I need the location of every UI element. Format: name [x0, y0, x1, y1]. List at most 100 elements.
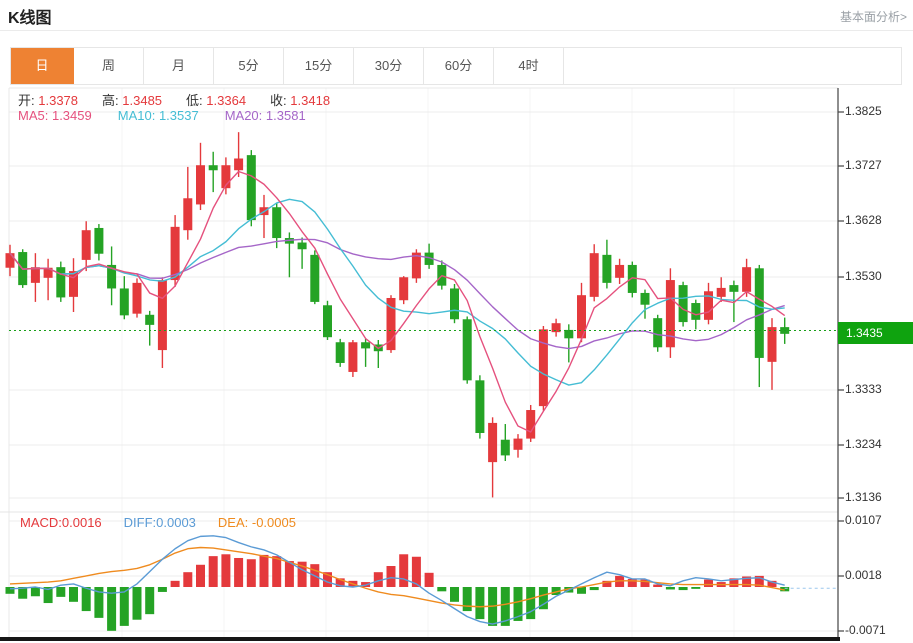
candle-down [145, 314, 155, 325]
candle-up [348, 342, 358, 372]
diff-value: DIFF:0.0003 [123, 515, 196, 530]
price-tick-1: 1.3825 [845, 104, 882, 118]
candle-down [640, 292, 650, 305]
price-tick-6: 1.3234 [845, 437, 882, 451]
price-tick-4: 1.3530 [845, 269, 882, 283]
macd-hist-down [589, 587, 599, 591]
ma20-value: 1.3581 [265, 108, 306, 123]
macd-hist-up [246, 559, 256, 587]
candle-down [94, 227, 104, 254]
ma20-label: MA20: [224, 108, 263, 123]
macd-hist-up [196, 564, 205, 587]
price-tick-5: 1.3333 [845, 382, 882, 396]
ma5-label: MA5: [18, 108, 49, 123]
macd-hist-up [208, 556, 218, 587]
candle-up [30, 267, 40, 283]
low-value: 1.3364 [206, 93, 247, 108]
open-label: 开: [18, 93, 35, 108]
close-value: 1.3418 [290, 93, 331, 108]
macd-hist-down [157, 587, 167, 592]
candle-down [500, 439, 510, 456]
macd-hist-down [69, 587, 78, 602]
macd-hist-down [450, 587, 459, 602]
candle-down [56, 267, 66, 298]
candle-up [526, 410, 536, 439]
candle-down [653, 318, 663, 348]
candle-down [272, 207, 282, 239]
candle-down [462, 319, 472, 381]
macd-hist-up [183, 572, 193, 587]
macd-hist-up [234, 557, 244, 587]
candle-up [716, 287, 726, 297]
candle-up [196, 165, 205, 205]
candle-down [361, 342, 371, 349]
current-price-tag: 1.3435 [838, 322, 913, 344]
candle-down [678, 285, 688, 323]
candle-up [170, 226, 180, 281]
macd-hist-up [399, 554, 409, 587]
macd-hist-up [424, 572, 434, 587]
candle-up [183, 198, 193, 231]
macd-value: MACD:0.0016 [20, 515, 102, 530]
macd-hist-up [386, 566, 396, 587]
macd-hist-down [665, 587, 675, 590]
macd-hist-up [259, 554, 269, 587]
macd-hist-down [145, 587, 155, 615]
macd-tick-3: -0.0071 [845, 623, 886, 637]
price-tick-7: 1.3136 [845, 490, 882, 504]
high-label: 高: [102, 93, 119, 108]
macd-hist-up [272, 556, 282, 587]
candle-up [513, 438, 523, 450]
price-tick-2: 1.3727 [845, 158, 882, 172]
candle-down [119, 288, 129, 316]
macd-hist-up [284, 561, 294, 587]
candle-down [564, 329, 574, 339]
candle-down [297, 242, 307, 250]
candle-up [157, 280, 167, 351]
candle-down [602, 254, 612, 283]
candle-down [691, 303, 701, 320]
candle-up [742, 267, 752, 292]
macd-hist-down [678, 587, 688, 591]
macd-hist-down [462, 587, 472, 612]
candle-down [208, 165, 218, 171]
low-label: 低: [186, 93, 203, 108]
candle-up [589, 253, 599, 297]
candle-down [310, 254, 320, 302]
macd-tick-2: 0.0018 [845, 568, 882, 582]
macd-tick-1: 0.0107 [845, 513, 882, 527]
macd-hist-down [81, 587, 91, 612]
macd-hist-up [170, 580, 180, 587]
macd-hist-down [132, 587, 142, 620]
candle-down [450, 288, 459, 320]
ohlc-readout: 开: 1.3378 高: 1.3485 低: 1.3364 收: 1.3418 [18, 90, 354, 109]
macd-hist-down [56, 587, 66, 597]
candle-down [335, 342, 345, 363]
macd-hist-down [526, 587, 536, 620]
kline-page: K线图 基本面分析> 日 周 月 5分 15分 30分 60分 4时 开: 1.… [0, 0, 913, 643]
candle-down [323, 305, 332, 338]
macd-readout: MACD:0.0016 DIFF:0.0003 DEA: -0.0005 [20, 515, 318, 530]
open-value: 1.3378 [38, 93, 79, 108]
dea-value: DEA: -0.0005 [217, 515, 296, 530]
macd-hist-down [437, 587, 447, 592]
candle-up [234, 158, 244, 171]
candle-down [475, 380, 485, 433]
candle-up [5, 253, 15, 268]
macd-hist-down [475, 587, 485, 620]
candle-up [488, 422, 498, 463]
candle-down [246, 155, 256, 221]
candle-up [132, 282, 142, 314]
close-label: 收: [270, 93, 287, 108]
ma-readout: MA5: 1.3459 MA10: 1.3537 MA20: 1.3581 [18, 108, 332, 123]
price-tick-3: 1.3628 [845, 213, 882, 227]
macd-hist-down [30, 587, 40, 597]
candle-up [81, 230, 91, 260]
ma10-label: MA10: [117, 108, 156, 123]
ma10-value: 1.3537 [158, 108, 199, 123]
bottom-scroll-bar[interactable] [0, 637, 840, 641]
candle-up [399, 277, 409, 301]
candle-up [538, 329, 548, 407]
macd-hist-up [704, 579, 713, 587]
macd-hist-down [691, 587, 701, 589]
